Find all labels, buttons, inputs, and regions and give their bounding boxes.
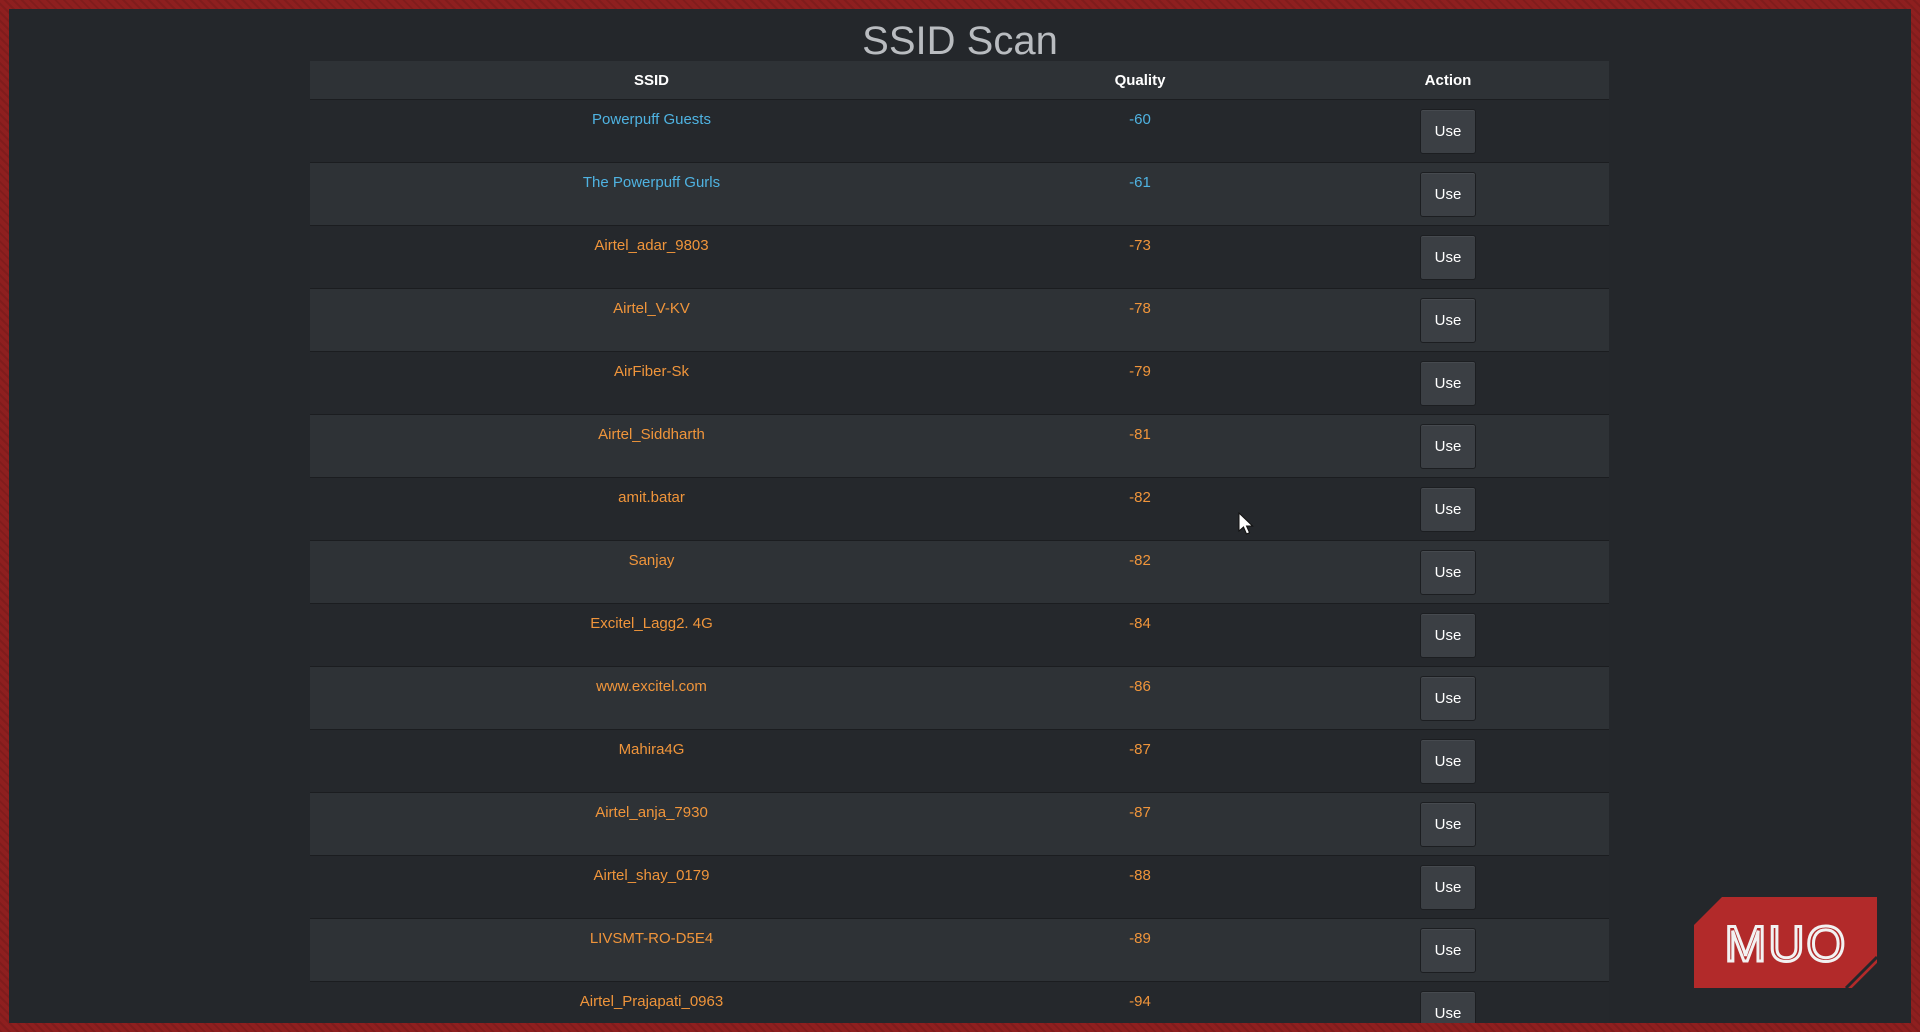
table-row: Airtel_adar_9803 -73 Use xyxy=(310,225,1609,289)
table-row: Airtel_Prajapati_0963 -94 Use xyxy=(310,981,1609,1023)
quality-cell: -79 xyxy=(993,351,1287,415)
use-button[interactable]: Use xyxy=(1420,423,1476,469)
quality-cell: -60 xyxy=(993,99,1287,163)
table-row: Mahira4G -87 Use xyxy=(310,729,1609,793)
action-cell: Use xyxy=(1287,540,1609,604)
table-row: www.excitel.com -86 Use xyxy=(310,666,1609,730)
ssid-cell[interactable]: Airtel_Prajapati_0963 xyxy=(310,981,993,1023)
quality-cell: -87 xyxy=(993,792,1287,856)
action-cell: Use xyxy=(1287,414,1609,478)
muo-logo-text: MUO xyxy=(1725,916,1848,972)
action-cell: Use xyxy=(1287,351,1609,415)
use-button[interactable]: Use xyxy=(1420,927,1476,973)
use-button[interactable]: Use xyxy=(1420,549,1476,595)
use-button[interactable]: Use xyxy=(1420,171,1476,217)
page-frame: SSID Scan SSID Quality Action Powerpuff … xyxy=(9,9,1911,1023)
table-row: Airtel_anja_7930 -87 Use xyxy=(310,792,1609,856)
table-row: Sanjay -82 Use xyxy=(310,540,1609,604)
quality-cell: -81 xyxy=(993,414,1287,478)
ssid-cell[interactable]: Mahira4G xyxy=(310,729,993,793)
action-cell: Use xyxy=(1287,729,1609,793)
table-row: Airtel_shay_0179 -88 Use xyxy=(310,855,1609,919)
quality-cell: -82 xyxy=(993,540,1287,604)
action-cell: Use xyxy=(1287,855,1609,919)
use-button[interactable]: Use xyxy=(1420,297,1476,343)
quality-cell: -84 xyxy=(993,603,1287,667)
action-cell: Use xyxy=(1287,792,1609,856)
use-button[interactable]: Use xyxy=(1420,864,1476,910)
quality-cell: -87 xyxy=(993,729,1287,793)
column-header-quality: Quality xyxy=(993,61,1287,100)
ssid-table: SSID Quality Action Powerpuff Guests -60… xyxy=(310,61,1609,1023)
column-header-ssid: SSID xyxy=(310,61,993,100)
quality-cell: -61 xyxy=(993,162,1287,226)
ssid-cell[interactable]: Airtel_anja_7930 xyxy=(310,792,993,856)
action-cell: Use xyxy=(1287,603,1609,667)
action-cell: Use xyxy=(1287,288,1609,352)
table-header-row: SSID Quality Action xyxy=(310,61,1609,100)
ssid-cell[interactable]: The Powerpuff Gurls xyxy=(310,162,993,226)
mouse-pointer-icon xyxy=(1238,512,1254,535)
table-row: AirFiber-Sk -79 Use xyxy=(310,351,1609,415)
ssid-cell[interactable]: Airtel_adar_9803 xyxy=(310,225,993,289)
table-row: LIVSMT-RO-D5E4 -89 Use xyxy=(310,918,1609,982)
action-cell: Use xyxy=(1287,666,1609,730)
table-row: Airtel_Siddharth -81 Use xyxy=(310,414,1609,478)
ssid-cell[interactable]: Sanjay xyxy=(310,540,993,604)
ssid-cell[interactable]: Excitel_Lagg2. 4G xyxy=(310,603,993,667)
quality-cell: -88 xyxy=(993,855,1287,919)
action-cell: Use xyxy=(1287,918,1609,982)
table-row: The Powerpuff Gurls -61 Use xyxy=(310,162,1609,226)
ssid-table-container: SSID Quality Action Powerpuff Guests -60… xyxy=(310,61,1609,1023)
use-button[interactable]: Use xyxy=(1420,486,1476,532)
muo-logo: MUO xyxy=(1694,897,1877,988)
action-cell: Use xyxy=(1287,477,1609,541)
ssid-cell[interactable]: Airtel_Siddharth xyxy=(310,414,993,478)
ssid-cell[interactable]: www.excitel.com xyxy=(310,666,993,730)
quality-cell: -78 xyxy=(993,288,1287,352)
use-button[interactable]: Use xyxy=(1420,360,1476,406)
use-button[interactable]: Use xyxy=(1420,108,1476,154)
action-cell: Use xyxy=(1287,99,1609,163)
ssid-cell[interactable]: amit.batar xyxy=(310,477,993,541)
ssid-cell[interactable]: Powerpuff Guests xyxy=(310,99,993,163)
table-row: Excitel_Lagg2. 4G -84 Use xyxy=(310,603,1609,667)
use-button[interactable]: Use xyxy=(1420,738,1476,784)
column-header-action: Action xyxy=(1287,61,1609,100)
action-cell: Use xyxy=(1287,162,1609,226)
quality-cell: -89 xyxy=(993,918,1287,982)
use-button[interactable]: Use xyxy=(1420,612,1476,658)
quality-cell: -94 xyxy=(993,981,1287,1023)
quality-cell: -86 xyxy=(993,666,1287,730)
use-button[interactable]: Use xyxy=(1420,234,1476,280)
ssid-cell[interactable]: LIVSMT-RO-D5E4 xyxy=(310,918,993,982)
ssid-cell[interactable]: Airtel_shay_0179 xyxy=(310,855,993,919)
ssid-cell[interactable]: AirFiber-Sk xyxy=(310,351,993,415)
use-button[interactable]: Use xyxy=(1420,990,1476,1023)
table-row: Powerpuff Guests -60 Use xyxy=(310,99,1609,163)
ssid-cell[interactable]: Airtel_V-KV xyxy=(310,288,993,352)
table-row: amit.batar -82 Use xyxy=(310,477,1609,541)
quality-cell: -73 xyxy=(993,225,1287,289)
use-button[interactable]: Use xyxy=(1420,801,1476,847)
action-cell: Use xyxy=(1287,981,1609,1023)
action-cell: Use xyxy=(1287,225,1609,289)
use-button[interactable]: Use xyxy=(1420,675,1476,721)
table-row: Airtel_V-KV -78 Use xyxy=(310,288,1609,352)
